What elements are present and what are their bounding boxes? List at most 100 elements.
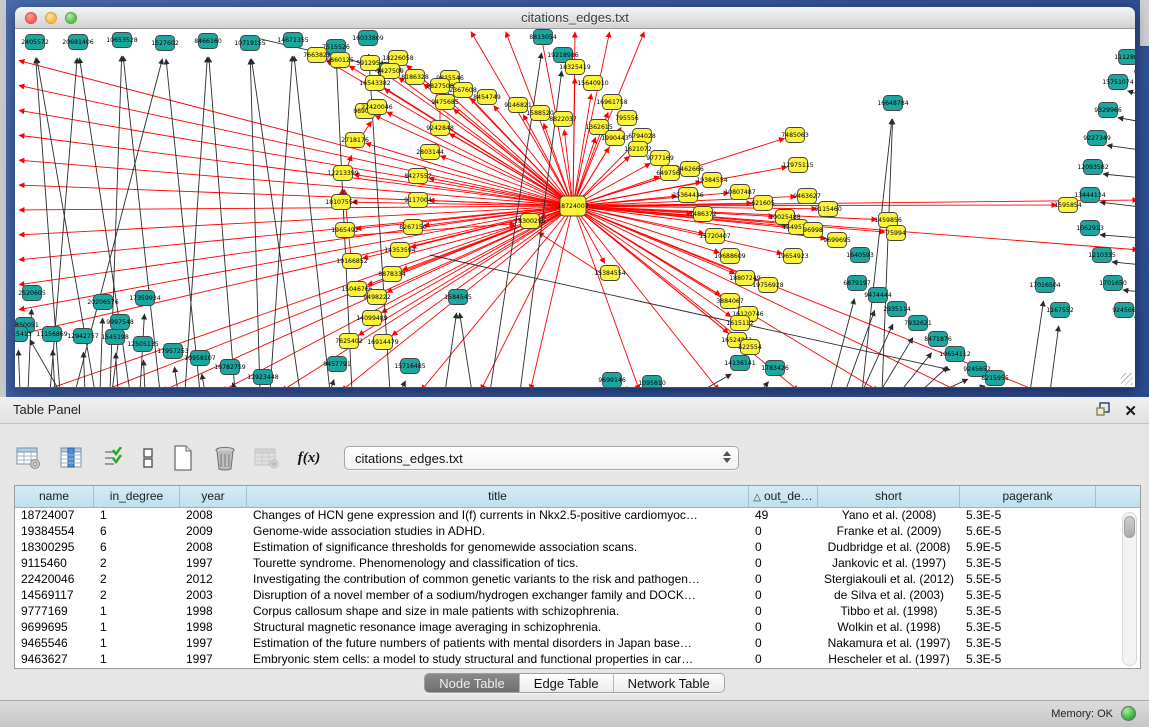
graph-node[interactable]: 16782759: [214, 360, 246, 375]
table-selector-dropdown[interactable]: citations_edges.txt: [344, 446, 739, 470]
graph-node[interactable]: 12942757: [67, 329, 99, 344]
minimize-window-icon[interactable]: [45, 12, 57, 24]
graph-node[interactable]: 621605: [751, 196, 775, 211]
table-row[interactable]: 2242004622012Investigating the contribut…: [15, 572, 1140, 588]
graph-node[interactable]: 9699695: [823, 233, 851, 248]
tab-network-table[interactable]: Network Table: [614, 674, 724, 692]
graph-node[interactable]: 12923448: [247, 370, 279, 385]
row-height-icon[interactable]: [140, 444, 156, 472]
graph-node[interactable]: 14353594: [384, 243, 416, 258]
graph-node[interactable]: 9117004: [404, 193, 432, 208]
graph-node[interactable]: 7485063: [781, 128, 809, 143]
graph-node[interactable]: 795556: [615, 111, 639, 126]
graph-node[interactable]: 20206576: [87, 295, 119, 310]
graph-node[interactable]: 19166852: [336, 254, 368, 269]
citation-network-graph[interactable]: 2405572 20691406 10653528 1527602 8466160 107…: [15, 29, 1135, 387]
graph-node[interactable]: 9227349: [1083, 131, 1111, 146]
graph-node[interactable]: 16961758: [596, 95, 628, 110]
graph-node[interactable]: 20691406: [62, 35, 94, 50]
column-header-in_degree[interactable]: in_degree: [94, 486, 180, 507]
graph-node[interactable]: 10653528: [106, 33, 138, 48]
graph-node[interactable]: 1062913: [1076, 221, 1104, 236]
select-columns-icon[interactable]: [98, 444, 128, 472]
graph-node[interactable]: 19384554: [696, 173, 728, 188]
graph-node[interactable]: 9463627: [793, 189, 821, 204]
column-header-short[interactable]: short: [818, 486, 960, 507]
graph-node[interactable]: 8471876: [924, 332, 952, 347]
graph-node[interactable]: 15751074: [1102, 75, 1134, 90]
graph-node[interactable]: 1595854: [1054, 198, 1082, 213]
graph-node[interactable]: 19654923: [777, 249, 809, 264]
graph-node[interactable]: 1095810: [638, 376, 666, 388]
table-row[interactable]: 946554611997Estimation of the future num…: [15, 636, 1140, 652]
graph-node[interactable]: 8454749: [473, 90, 501, 105]
graph-node[interactable]: 1112804: [1114, 50, 1135, 65]
close-window-icon[interactable]: [25, 12, 37, 24]
graph-node[interactable]: 16914479: [367, 335, 399, 350]
graph-node[interactable]: 17359934: [129, 291, 161, 306]
table-row[interactable]: 911546021997Tourette syndrome. Phenomeno…: [15, 556, 1140, 572]
graph-node[interactable]: 924566: [1112, 303, 1135, 318]
graph-node[interactable]: 12975115: [782, 158, 814, 173]
tab-edge-table[interactable]: Edge Table: [520, 674, 614, 692]
graph-node[interactable]: 2718176: [341, 133, 369, 148]
table-settings-icon[interactable]: [14, 444, 44, 472]
graph-node[interactable]: 1584545: [444, 290, 472, 305]
graph-node[interactable]: 11156869: [36, 327, 68, 342]
graph-node[interactable]: 9329966: [1094, 103, 1122, 118]
scrollbar-thumb[interactable]: [1124, 516, 1135, 538]
graph-node[interactable]: 1527602: [151, 36, 179, 51]
network-window-titlebar[interactable]: citations_edges.txt: [15, 7, 1135, 29]
graph-node[interactable]: 17016504: [1029, 278, 1061, 293]
memory-status-indicator[interactable]: [1121, 706, 1136, 721]
graph-node[interactable]: 2405572: [21, 35, 49, 50]
column-header-out_degree[interactable]: △out_de…: [749, 486, 818, 507]
tab-node-table[interactable]: Node Table: [425, 674, 520, 692]
graph-node[interactable]: 10688609: [714, 249, 746, 264]
graph-node[interactable]: 15640910: [577, 76, 609, 91]
graph-node[interactable]: 10719155: [234, 36, 266, 51]
graph-node[interactable]: 9997548: [106, 315, 134, 330]
graph-node[interactable]: 2803144: [416, 145, 444, 160]
graph-node[interactable]: 8813054: [529, 30, 557, 45]
column-header-title[interactable]: title: [247, 486, 749, 507]
graph-node[interactable]: 6879197: [843, 276, 871, 291]
table-row[interactable]: 1938455462009Genome-wide association stu…: [15, 524, 1140, 540]
graph-node[interactable]: 7932621: [904, 316, 932, 331]
graph-node[interactable]: 16033809: [352, 31, 384, 46]
graph-node[interactable]: 15716485: [394, 359, 426, 374]
graph-node[interactable]: 1701650: [1099, 276, 1127, 291]
network-canvas[interactable]: 2405572 20691406 10653528 1527602 8466160 107…: [15, 29, 1135, 387]
graph-node[interactable]: 14136141: [724, 356, 756, 371]
graph-node[interactable]: 10958107: [184, 351, 216, 366]
table-row[interactable]: 969969511998Structural magnetic resonanc…: [15, 620, 1140, 636]
float-panel-icon[interactable]: [1095, 401, 1111, 422]
function-builder-icon[interactable]: f(x): [294, 444, 324, 472]
canvas-resize-grip[interactable]: [1121, 373, 1133, 385]
graph-node[interactable]: 1640593: [846, 248, 874, 263]
graph-node[interactable]: 10654112: [939, 347, 971, 362]
close-panel-icon[interactable]: ✕: [1124, 403, 1137, 421]
graph-node[interactable]: 75994: [886, 226, 906, 241]
table-row[interactable]: 1830029562008Estimation of significance …: [15, 540, 1140, 556]
column-header-name[interactable]: name: [15, 486, 94, 507]
graph-node[interactable]: 522554: [738, 340, 762, 355]
graph-node[interactable]: 8466160: [194, 34, 222, 49]
table-vertical-scrollbar[interactable]: [1122, 512, 1137, 666]
graph-node[interactable]: 96998: [803, 223, 823, 238]
graph-node[interactable]: 12093582: [1077, 160, 1109, 175]
graph-node[interactable]: 9474444: [864, 288, 892, 303]
delete-column-icon[interactable]: [252, 444, 282, 472]
graph-node[interactable]: 16648784: [877, 96, 909, 111]
column-header-pagerank[interactable]: pagerank: [960, 486, 1096, 507]
graph-node[interactable]: 2935114: [883, 302, 911, 317]
graph-node[interactable]: 14671355: [277, 33, 309, 48]
table-row[interactable]: 1456911722003Disruption of a novel membe…: [15, 588, 1140, 604]
delete-table-icon[interactable]: [210, 444, 240, 472]
zoom-window-icon[interactable]: [65, 12, 77, 24]
graph-node[interactable]: 1167552: [1046, 303, 1074, 318]
new-table-icon[interactable]: [168, 444, 198, 472]
graph-node[interactable]: 1545198: [101, 330, 129, 345]
table-row[interactable]: 1872400712008Changes of HCN gene express…: [15, 508, 1140, 524]
graph-node[interactable]: 1210335: [1088, 248, 1116, 263]
